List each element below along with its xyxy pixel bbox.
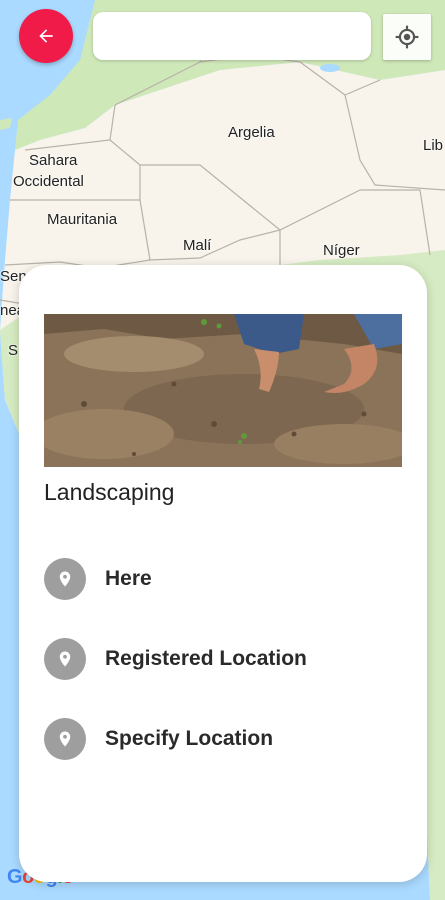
location-pin-icon (44, 638, 86, 680)
search-input[interactable] (93, 12, 371, 60)
option-here[interactable]: Here (44, 557, 384, 601)
option-registered-location[interactable]: Registered Location (44, 637, 384, 681)
option-label: Here (105, 567, 152, 590)
map-label-sahara-1: Sahara (29, 152, 78, 169)
map-label-argelia: Argelia (228, 124, 275, 141)
app-screen: Argelia Lib Sahara Occidental Mauritania… (0, 0, 445, 900)
location-pin-icon (44, 558, 86, 600)
arrow-left-icon (39, 29, 53, 43)
map-label-mauritania: Mauritania (47, 211, 118, 228)
option-label: Specify Location (105, 727, 274, 750)
service-card: Landscaping Here Registered Location Spe… (19, 265, 427, 882)
map-label-s: S (8, 342, 19, 359)
map-label-sahara-2: Occidental (13, 173, 84, 190)
option-label: Registered Location (105, 647, 307, 670)
service-title: Landscaping (44, 479, 175, 505)
option-specify-location[interactable]: Specify Location (44, 717, 384, 761)
my-location-icon (395, 25, 419, 49)
back-button[interactable] (19, 9, 73, 63)
my-location-button[interactable] (383, 14, 431, 60)
map-label-mali: Malí (183, 237, 212, 254)
map-label-niger: Níger (323, 242, 360, 259)
map-label-libya: Lib (423, 137, 444, 154)
service-image (44, 314, 402, 467)
location-pin-icon (44, 718, 86, 760)
